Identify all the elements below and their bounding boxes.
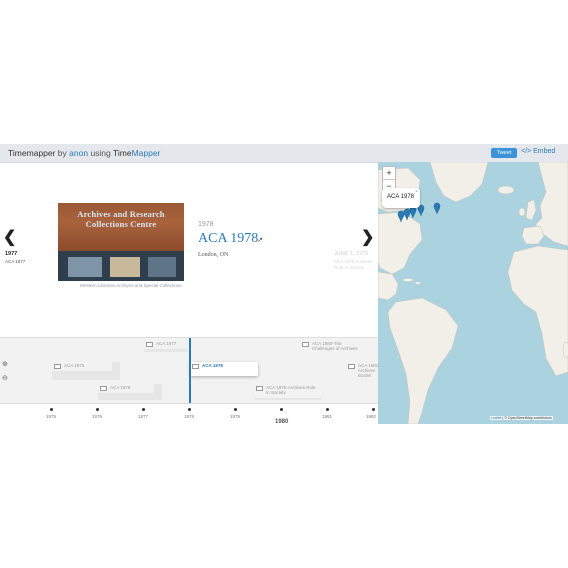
timeline-event[interactable]: ACA 1980-The Challenges of Archives [300, 340, 360, 360]
timeline-event-title: ACA 1979-Archives Role In Society [266, 385, 316, 395]
timeline-event[interactable]: ACA 1976 [98, 384, 154, 393]
current-slide-year: 1978 [198, 221, 214, 228]
embed-button[interactable]: </> Embed [521, 148, 555, 155]
year-tick-label: 1982 [366, 414, 377, 419]
photo-sign-text: Archives and Research Collections Centre [77, 209, 165, 229]
image-icon [348, 364, 355, 369]
timeline-event-title: ACA 1977 [156, 341, 177, 346]
image-icon [302, 342, 309, 347]
map-marker-icon [397, 210, 405, 223]
timeline-event-title: ACA 1980-The Challenges of Archives [312, 341, 358, 351]
next-slide-title[interactable]: ACA 1979 Archives Role In Society [334, 259, 376, 271]
slide-photo: Archives and Research Collections Centre [58, 203, 184, 281]
app-name[interactable]: Timemapper [8, 148, 55, 158]
timeline-event[interactable]: ACA 1977 [144, 340, 188, 349]
photo-window [148, 257, 176, 277]
map-popup-close-icon[interactable]: × [415, 189, 418, 195]
timeline-panel[interactable]: ⊕ ⊖ ACA 1977 ACA 1975 ACA 1976 ACA 1978 … [0, 337, 378, 425]
year-tick [234, 408, 237, 411]
timeline-event[interactable]: ACA 1981 Archives Border [346, 362, 378, 384]
year-tick-label: 1976 [92, 414, 103, 419]
image-icon [256, 386, 263, 391]
major-year-label: 1980 [275, 419, 289, 425]
map-marker-icon [403, 208, 411, 221]
tool-name-part1: Time [112, 148, 132, 158]
current-slide-title[interactable]: ACA 1978 [198, 231, 258, 247]
year-tick [50, 408, 53, 411]
photo-window [110, 257, 140, 277]
year-tick [372, 408, 375, 411]
tweet-button[interactable]: Tweet [491, 148, 517, 158]
timeline-event[interactable]: ACA 1975 [52, 362, 112, 371]
author-link[interactable]: anon [69, 148, 88, 158]
year-tick [96, 408, 99, 411]
top-bar: Timemapper by anon using TimeMapper Twee… [0, 144, 568, 163]
image-icon [146, 342, 153, 347]
year-tick-label: 1978 [184, 414, 195, 419]
tool-link[interactable]: TimeMapper [113, 148, 160, 158]
timemapper-app: Timemapper by anon using TimeMapper Twee… [0, 144, 568, 425]
timeline-event-title: ACA 1978 [202, 363, 223, 368]
current-slide-location: London, ON [198, 252, 229, 258]
timeline-current-marker [189, 338, 191, 408]
year-tick-label: 1977 [138, 414, 149, 419]
year-tick [142, 408, 145, 411]
map-popup: ACA 1978 × [382, 188, 420, 208]
prev-slide-title[interactable]: ACA 1977 [5, 259, 25, 264]
photo-caption: Western Libraries Archives and Special C… [80, 283, 182, 288]
tool-name-part2: Mapper [131, 148, 161, 158]
external-link-icon[interactable]: ↗ [257, 236, 263, 244]
using-text: using [90, 148, 111, 158]
story-slider: ❮ 1977 ACA 1977 Archives and Research Co… [0, 163, 378, 337]
map-popup-title: ACA 1978 [387, 194, 415, 200]
osm-attribution[interactable]: © OpenStreetMap contributors [504, 416, 552, 420]
year-tick [326, 408, 329, 411]
year-tick-label: 1979 [230, 414, 241, 419]
prev-slide-year[interactable]: 1977 [5, 251, 17, 257]
prev-arrow-icon[interactable]: ❮ [3, 227, 16, 247]
next-arrow-icon[interactable]: ❯ [361, 227, 374, 247]
photo-window [68, 257, 102, 277]
brand-line: Timemapper by anon using TimeMapper [8, 148, 160, 158]
timeline-event-title: ACA 1975 [64, 363, 85, 368]
map-attribution: Leaflet | © OpenStreetMap contributors [490, 416, 553, 420]
image-icon [100, 386, 107, 391]
leaflet-link[interactable]: Leaflet [491, 416, 502, 420]
year-tick [280, 408, 283, 411]
year-tick-label: 1975 [46, 414, 57, 419]
image-icon [54, 364, 61, 369]
map-marker-icon [409, 206, 417, 219]
timeline-event-title: ACA 1981 Archives Border [358, 363, 378, 378]
timeline-event[interactable]: ACA 1979-Archives Role In Society [254, 384, 322, 398]
year-tick [188, 408, 191, 411]
map-zoom-in-button[interactable]: + [383, 167, 395, 179]
year-tick-label: 1981 [322, 414, 333, 419]
timeline-zoom-in-icon[interactable]: ⊕ [2, 360, 12, 370]
timeline-ruler: 1975 1976 1977 1978 1979 1980 1981 1982 … [0, 403, 378, 425]
by-text: by [57, 148, 67, 158]
timeline-zoom-out-icon[interactable]: ⊖ [2, 374, 12, 384]
image-icon [192, 364, 199, 369]
timeline-event-active[interactable]: ACA 1978 [190, 362, 258, 376]
map-marker-icon [433, 202, 441, 215]
next-slide-date[interactable]: JUNE 1, 1979 [334, 251, 368, 257]
timeline-event-title: ACA 1976 [110, 385, 131, 390]
